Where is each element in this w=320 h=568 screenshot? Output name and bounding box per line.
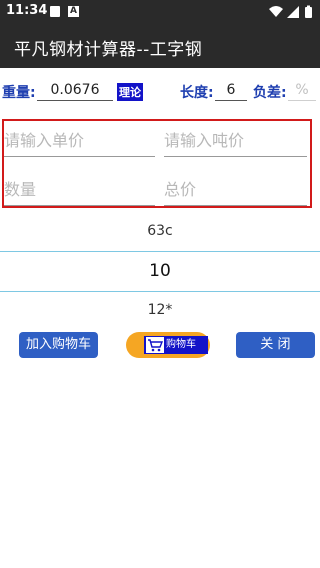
status-time: 11:34 <box>6 3 48 18</box>
picker-divider-bottom <box>0 291 320 292</box>
length-input[interactable]: 6 <box>215 80 247 101</box>
notification-a-icon: A <box>68 6 79 17</box>
signal-icon <box>287 6 299 18</box>
length-label: 长度: <box>180 85 214 101</box>
tolerance-label: 负差: <box>253 85 287 101</box>
cart-button-label: 购物车 <box>166 339 196 350</box>
total-price-input[interactable]: 总价 <box>164 175 307 206</box>
unit-price-input[interactable]: 请输入单价 <box>4 126 155 157</box>
weight-label: 重量: <box>2 85 36 101</box>
theory-badge[interactable]: 理论 <box>117 83 143 101</box>
cart-button-inner: 购物车 <box>144 336 208 354</box>
quantity-input[interactable]: 数量 <box>4 175 155 206</box>
ton-price-input[interactable]: 请输入吨价 <box>164 126 307 157</box>
sim-card-icon <box>50 6 60 17</box>
cart-button[interactable]: 购物车 <box>126 332 210 358</box>
battery-icon <box>305 5 312 18</box>
picker-item[interactable]: 63c <box>0 223 320 239</box>
app-title: 平凡钢材计算器--工字钢 <box>14 40 203 60</box>
add-to-cart-button[interactable]: 加入购物车 <box>19 332 98 358</box>
status-bar: 11:34 A <box>0 0 320 24</box>
picker-item[interactable]: 12* <box>0 302 320 318</box>
shopping-cart-icon <box>146 337 164 353</box>
picker-divider-top <box>0 251 320 252</box>
wifi-icon <box>269 6 283 17</box>
picker-selected-item[interactable]: 10 <box>0 261 320 281</box>
tolerance-input[interactable]: % <box>288 80 316 101</box>
app-bar: 平凡钢材计算器--工字钢 <box>0 24 320 68</box>
status-icons <box>268 5 316 19</box>
close-button[interactable]: 关 闭 <box>236 332 315 358</box>
weight-value: 0.0676 <box>37 80 113 101</box>
